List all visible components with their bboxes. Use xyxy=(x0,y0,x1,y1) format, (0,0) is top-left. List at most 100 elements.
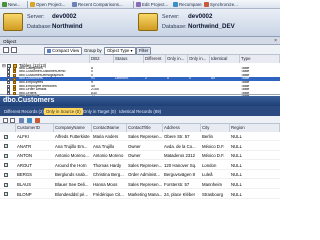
column-header-different[interactable]: Different xyxy=(144,55,166,63)
row-checkbox[interactable]: ✓ xyxy=(4,134,8,139)
cell-customerid: AROUT xyxy=(17,162,33,168)
cell-region: NULL xyxy=(231,162,242,168)
records-grid: CustomerID CompanyName ContactName Conta… xyxy=(0,124,280,200)
edit-project-button[interactable]: Edit Project... xyxy=(136,1,168,8)
cell-region: NULL xyxy=(231,134,242,139)
column-header-only-in-source[interactable]: Only in... xyxy=(166,55,188,63)
detail-tabs: Different Records (2) Only in Source (0)… xyxy=(0,106,280,116)
sync-icon xyxy=(204,2,209,8)
cell-city: Luleå xyxy=(202,172,213,178)
cell-address: Berguvsvägen 8 xyxy=(164,172,196,178)
column-header-only-in-target[interactable]: Only in... xyxy=(188,55,210,63)
cell-address: Obere Str. 57 xyxy=(164,134,190,139)
cell-customerid: ANTON xyxy=(17,153,32,159)
column-header-db2[interactable]: DB2 xyxy=(90,55,114,63)
column-header-contactname[interactable]: ContactName xyxy=(92,124,127,132)
column-header-customerid[interactable]: CustomerID xyxy=(16,124,54,132)
tab-only-in-target[interactable]: Only in Target (0) xyxy=(81,108,118,115)
record-row[interactable]: ✓ BLAUS Blauer See Deli... Hanna Moos Sales … xyxy=(0,180,280,189)
record-row[interactable]: ✓ BLONP Blondesddsl pè... Frédérique Cit...… xyxy=(0,190,280,199)
column-header-name[interactable] xyxy=(0,55,90,63)
cell-contactname: Ana Trujillo xyxy=(93,143,115,149)
group-by-select[interactable]: Object Type ▾ xyxy=(104,47,136,55)
cell-address: 24, place Kléber xyxy=(164,191,196,197)
open-project-button[interactable]: Open Project... xyxy=(30,1,65,8)
export-icon[interactable] xyxy=(35,117,40,123)
cell-companyname: Antonio Moreno... xyxy=(55,153,89,159)
compact-view-icon xyxy=(47,48,51,53)
group-by-label: Group by xyxy=(84,47,102,53)
column-header-address[interactable]: Address xyxy=(163,124,201,132)
record-row[interactable]: ✓ ALFKI Alfreds Futterkiste Maria Anders Sal… xyxy=(0,132,280,141)
cell-address: 120 Hanover Sq. xyxy=(164,162,197,168)
cell-city: México D.F. xyxy=(202,143,225,149)
toolbar-divider xyxy=(133,1,134,8)
recompare-button[interactable]: Recompare xyxy=(173,1,202,8)
object-pane-title: Object xyxy=(3,38,17,44)
tab-different-records[interactable]: Different Records (2) xyxy=(2,108,46,115)
tab-identical-records[interactable]: Identical Records (89) xyxy=(117,108,163,115)
close-icon[interactable]: × xyxy=(274,38,277,44)
synchronize-button[interactable]: Synchronize... xyxy=(204,1,238,8)
target-server-label: Server: xyxy=(162,14,180,20)
cell-address: Avda. de la Co... xyxy=(164,143,196,149)
record-row[interactable]: ✓ ANTON Antonio Moreno... Antonio Moreno Own… xyxy=(0,151,280,161)
cell-contactname: Maria Anders xyxy=(93,134,119,139)
recent-comparisons-button[interactable]: Recent Comparisons... xyxy=(72,1,123,8)
target-database-label: Database: xyxy=(162,24,187,30)
cell-city: Strasbourg xyxy=(202,191,224,197)
source-server: dev0002 xyxy=(52,13,77,20)
database-icon xyxy=(3,13,23,31)
select-all-checkbox[interactable] xyxy=(3,117,8,123)
column-header-city[interactable]: City xyxy=(201,124,230,132)
source-database: Northwind xyxy=(52,23,83,30)
column-header-companyname[interactable]: CompanyName xyxy=(54,124,92,132)
record-row[interactable]: ✓ BERGS Berglunds snab... Christina Berg...… xyxy=(0,170,280,180)
deselect-all-checkbox[interactable] xyxy=(11,47,17,53)
column-header-identical[interactable]: Identical xyxy=(210,55,240,63)
select-all-checkbox[interactable] xyxy=(3,47,9,53)
detail-title: dbo.Customers xyxy=(3,97,55,104)
column-header-select[interactable] xyxy=(0,124,16,132)
cell-city: Berlin xyxy=(202,134,213,139)
compact-view-toggle[interactable]: Compact View xyxy=(44,47,83,55)
cell-customerid: BERGS xyxy=(17,172,33,178)
row-checkbox[interactable]: ✓ xyxy=(4,182,8,187)
cell-customerid: BLAUS xyxy=(17,182,32,187)
column-header-type[interactable]: Type xyxy=(240,55,280,63)
cell-companyname: Berglunds snab... xyxy=(55,172,89,178)
cell-contactname: Frédérique Cit... xyxy=(93,191,124,197)
object-pane-header: Object × xyxy=(0,37,280,45)
column-header-status[interactable]: Status xyxy=(114,55,144,63)
tab-only-in-source[interactable]: Only in Source (0) xyxy=(44,107,83,115)
object-pane-toolbar: Compact View Group by Object Type ▾ Filt… xyxy=(0,45,280,55)
row-checkbox[interactable]: ✓ xyxy=(4,153,8,158)
column-header-region[interactable]: Region xyxy=(230,124,280,132)
column-header-contacttitle[interactable]: ContactTitle xyxy=(127,124,163,132)
cell-contacttitle: Order Administ... xyxy=(128,172,160,178)
row-checkbox[interactable]: ✓ xyxy=(4,172,8,177)
row-checkbox[interactable]: ✓ xyxy=(4,163,8,168)
cell-customerid: BLONP xyxy=(17,191,32,197)
deselect-all-checkbox[interactable] xyxy=(10,117,15,123)
row-checkbox[interactable]: ✓ xyxy=(4,144,8,149)
cell-contactname: Christina Berg... xyxy=(93,172,124,178)
cell-contactname: Antonio Moreno xyxy=(93,153,124,159)
cell-companyname: Around the Horn xyxy=(55,162,87,168)
database-icon xyxy=(138,13,158,31)
cell-contacttitle: Owner xyxy=(128,153,141,159)
filter-button[interactable]: Filter xyxy=(136,47,152,55)
cell-city: Mannheim xyxy=(202,182,223,187)
cell-city: México D.F. xyxy=(202,153,225,159)
source-server-label: Server: xyxy=(27,14,45,20)
new-button[interactable]: New... xyxy=(2,1,20,8)
target-server: dev0002 xyxy=(188,13,213,20)
columns-icon[interactable] xyxy=(19,117,24,123)
record-row[interactable]: ✓ ANATR Ana Trujillo Em... Ana Trujillo Owne… xyxy=(0,142,280,151)
cell-customerid: ALFKI xyxy=(17,134,29,139)
cell-region: NULL xyxy=(231,153,242,159)
record-row[interactable]: ✓ AROUT Around the Horn Thomas Hardy Sales R… xyxy=(0,161,280,170)
filter-icon[interactable] xyxy=(27,117,32,123)
row-checkbox[interactable]: ✓ xyxy=(4,192,8,197)
cell-region: NULL xyxy=(231,182,242,187)
